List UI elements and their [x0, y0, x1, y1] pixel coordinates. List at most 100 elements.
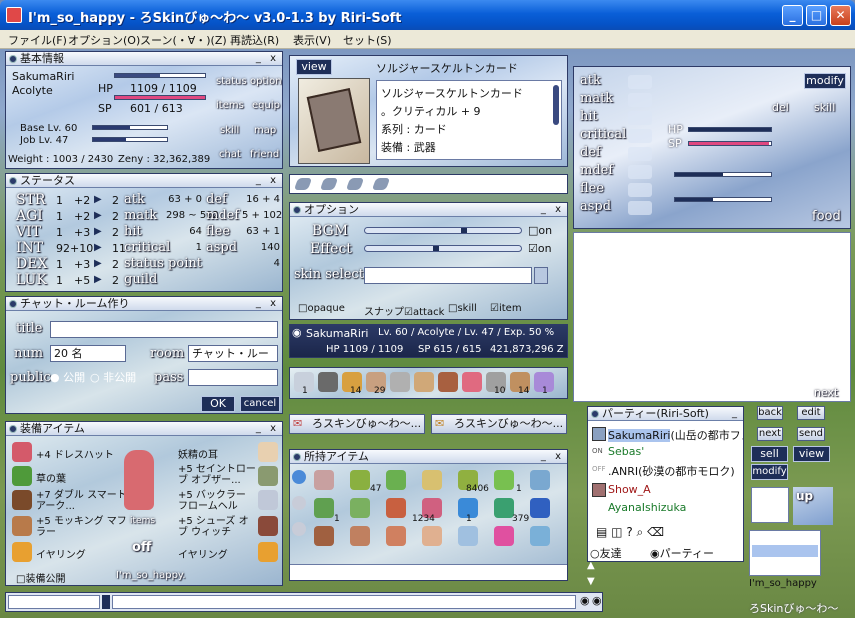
search-icon[interactable]: ⌕: [637, 525, 644, 539]
skill-button[interactable]: skill: [220, 125, 239, 136]
card-view-button[interactable]: view: [296, 59, 332, 75]
menu-soon[interactable]: スーン(・∀・)(Z): [140, 32, 227, 48]
status-header[interactable]: ステータス _ x: [6, 174, 282, 188]
modify-button[interactable]: modify: [804, 73, 846, 89]
bgm-toggle[interactable]: □on: [528, 224, 552, 237]
inventory-item-icon[interactable]: [530, 526, 550, 546]
inventory-item-icon[interactable]: [530, 498, 550, 518]
back-button[interactable]: back: [757, 406, 783, 420]
inventory-item-icon[interactable]: [494, 470, 514, 490]
inventory-item-icon[interactable]: [422, 526, 442, 546]
inventory-item-icon[interactable]: [314, 498, 334, 518]
skill-right-button[interactable]: skill: [814, 101, 835, 114]
party-member-3[interactable]: .ANRI(砂漠の都市モロク): [608, 463, 735, 479]
food-button[interactable]: food: [812, 209, 841, 224]
inventory-item-icon[interactable]: [350, 498, 370, 518]
minimize-button[interactable]: _: [782, 5, 803, 26]
skin-button-1[interactable]: ろスキンびゅ～わ～...: [289, 414, 425, 434]
equip-head-mid[interactable]: 草の葉: [36, 470, 66, 485]
chat-ok-button[interactable]: OK: [201, 396, 235, 412]
doc-icon[interactable]: ▤: [596, 525, 607, 539]
scroll-down-icon[interactable]: ▼: [587, 576, 595, 587]
card-slot-icon[interactable]: [293, 178, 313, 190]
equip-garment[interactable]: +5 モッキング マフラー: [36, 516, 132, 538]
card-slots[interactable]: [289, 174, 568, 194]
right-status-window[interactable]: modify del skill HP SP food atk matk hit cr…: [573, 66, 851, 229]
next-button[interactable]: next: [814, 386, 838, 399]
view-right-button[interactable]: view: [793, 446, 830, 462]
inventory-item-icon[interactable]: [494, 526, 514, 546]
status-window[interactable]: ステータス _ x STR 1 +2 ▶ 2 AGI 1 +2 ▶ 2 VIT 1 +3 ▶ 2 INT 92+1…: [5, 173, 283, 292]
inventory-item-icon[interactable]: [314, 470, 334, 490]
off-toggle[interactable]: off: [132, 540, 151, 555]
chat-room-select[interactable]: チャット・ルー: [188, 345, 278, 362]
items-button[interactable]: items: [216, 100, 244, 111]
chat-target-input[interactable]: [8, 595, 100, 609]
equip-head-low[interactable]: 妖精の耳: [178, 446, 218, 461]
effect-slider-thumb[interactable]: [433, 246, 439, 251]
equip-acc-left[interactable]: イヤリング: [36, 546, 86, 561]
item-checkbox[interactable]: ☑item: [490, 303, 522, 314]
chat-pass-input[interactable]: [188, 369, 278, 386]
skin-select-input[interactable]: [364, 267, 532, 284]
party-header[interactable]: パーティー(Riri-Soft) _: [588, 407, 743, 421]
sell-button[interactable]: sell: [751, 446, 788, 462]
stat-up-icon[interactable]: ▶: [94, 274, 102, 285]
radio-friend[interactable]: ○友達: [590, 545, 622, 561]
basic-info-window[interactable]: 基本情報 _ x SakumaRiri Acolyte HP 1109 / 110…: [5, 51, 283, 169]
party-member-2[interactable]: Sebas': [608, 445, 644, 458]
equip-head-top[interactable]: +4 ドレスハット: [36, 446, 114, 461]
equip-shoes[interactable]: +5 シューズ オブ ウィッチ: [178, 516, 256, 538]
card-window[interactable]: view ソルジャースケルトンカード ソルジャースケルトンカード 。クリティカル…: [289, 55, 568, 167]
menu-set[interactable]: セット(S): [343, 32, 392, 48]
stat-up-icon[interactable]: ▶: [94, 242, 102, 253]
equip-header[interactable]: 装備アイテム _ x: [6, 422, 282, 436]
chat-setting-icon[interactable]: ◉: [592, 594, 602, 607]
inventory-tab-etc[interactable]: [292, 522, 306, 536]
inventory-tab-equip[interactable]: [292, 496, 306, 510]
stat-up-icon[interactable]: ▶: [94, 210, 102, 221]
menu-view[interactable]: 表示(V): [293, 32, 331, 48]
up-panel[interactable]: up: [793, 487, 833, 525]
inventory-item-icon[interactable]: [530, 470, 550, 490]
options-header[interactable]: オプション _ x: [290, 203, 567, 217]
party-member-4[interactable]: Show_A: [608, 483, 651, 496]
inventory-item-icon[interactable]: [386, 526, 406, 546]
hotbar-slot-icon[interactable]: [462, 372, 482, 392]
inventory-item-icon[interactable]: [314, 526, 334, 546]
options-window[interactable]: オプション _ x BGM □on Effect ☑on skin select …: [289, 202, 568, 320]
inventory-item-icon[interactable]: [422, 470, 442, 490]
del-button[interactable]: del: [772, 101, 789, 114]
hotbar-slot-icon[interactable]: [414, 372, 434, 392]
radio-private[interactable]: ○ 非公開: [90, 369, 136, 385]
hotbar-slot-icon[interactable]: [438, 372, 458, 392]
skin-button-2[interactable]: ろスキンびゅ～わ～...: [431, 414, 567, 434]
opaque-checkbox[interactable]: □opaque: [298, 303, 345, 314]
radio-public[interactable]: ● 公開: [50, 369, 85, 385]
inventory-item-icon[interactable]: [494, 498, 514, 518]
chat-room-header[interactable]: チャット・ルーム作り _ x: [6, 297, 282, 311]
inventory-window[interactable]: 所持アイテム _ x 47 8406 1 1 1234 1 379: [289, 449, 568, 581]
edit-button[interactable]: edit: [797, 406, 825, 420]
menu-option[interactable]: オプション(O): [68, 32, 140, 48]
chat-title-input[interactable]: [50, 321, 278, 338]
inventory-header[interactable]: 所持アイテム _ x: [290, 450, 567, 464]
modify-right-button[interactable]: modify: [751, 464, 788, 480]
stat-up-icon[interactable]: ▶: [94, 258, 102, 269]
chat-option-icon[interactable]: ◉: [580, 594, 590, 607]
equip-public-checkbox[interactable]: □装備公開: [16, 570, 65, 585]
snap-checkbox[interactable]: スナップ☑attack: [364, 303, 444, 318]
friend-button[interactable]: friend: [250, 149, 279, 160]
stat-up-icon[interactable]: ▶: [94, 194, 102, 205]
effect-slider[interactable]: [364, 245, 522, 252]
party-member-1[interactable]: SakumaRiri(山岳の都市フェ: [608, 427, 743, 443]
menu-file[interactable]: ファイル(F): [8, 32, 67, 48]
skin-select-button[interactable]: [534, 267, 548, 284]
option-button[interactable]: option: [250, 76, 282, 87]
items-toggle[interactable]: items: [130, 516, 155, 526]
effect-toggle[interactable]: ☑on: [528, 242, 552, 255]
hotbar-slot-icon[interactable]: [390, 372, 410, 392]
card-slot-icon[interactable]: [371, 178, 391, 190]
chat-room-window[interactable]: チャット・ルーム作り _ x title num 20 名 room チャット・ル…: [5, 296, 283, 414]
invite-icon[interactable]: ◫: [611, 525, 622, 539]
